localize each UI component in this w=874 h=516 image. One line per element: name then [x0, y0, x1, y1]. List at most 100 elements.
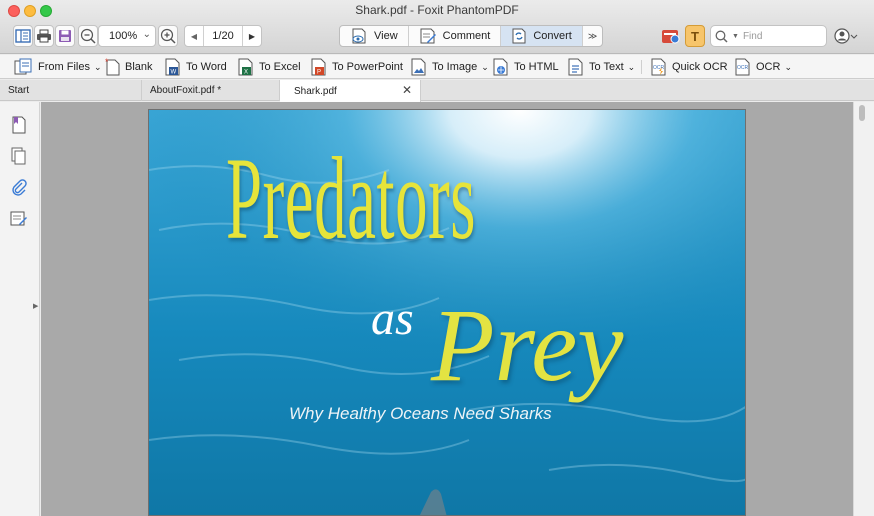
mode-view-button[interactable]: View — [340, 26, 409, 46]
triangle-right-icon: ▶ — [248, 31, 256, 41]
mode-switcher: View Comment Convert ≫ — [339, 25, 604, 47]
zoom-value: 100% — [109, 30, 138, 42]
to-html-button[interactable]: To HTML — [492, 58, 559, 76]
more-modes-button[interactable]: ≫ — [583, 26, 602, 46]
ribbon-divider — [641, 60, 642, 74]
expand-panel-arrow-icon[interactable]: ▶ — [33, 302, 38, 310]
attachments-button[interactable] — [10, 178, 28, 196]
bookmark-icon — [12, 116, 26, 134]
comments-panel-button[interactable] — [10, 210, 28, 228]
svg-text:OCR: OCR — [653, 65, 665, 71]
to-text-button[interactable]: To Text ⌄ — [567, 58, 635, 76]
floppy-disk-icon — [59, 30, 71, 42]
quick-ocr-icon: OCR — [651, 58, 666, 76]
title-bar: Shark.pdf - Foxit PhantomPDF 100% ⌄ ◀ 1/… — [0, 0, 874, 54]
to-powerpoint-button[interactable]: P To PowerPoint — [310, 58, 403, 76]
document-tab-bar: Start AboutFoxit.pdf * Shark.pdf ✕ — [0, 80, 874, 102]
account-button[interactable] — [832, 25, 862, 47]
toggle-panel-button[interactable] — [13, 25, 33, 47]
navigation-panel: ▶ — [0, 102, 40, 516]
view-icon — [352, 28, 366, 44]
comment-icon — [420, 28, 436, 44]
blank-label: Blank — [125, 61, 153, 73]
vertical-scrollbar[interactable] — [853, 102, 874, 516]
mode-convert-button[interactable]: Convert — [501, 26, 583, 46]
html-icon — [493, 58, 508, 76]
chevron-down-icon: ⌄ — [93, 61, 102, 72]
cover-title-as: as — [371, 292, 414, 345]
find-input[interactable]: ▼ Find — [710, 25, 827, 47]
tab-start-label: Start — [8, 85, 30, 96]
page-number-input[interactable]: 1/20 — [203, 26, 243, 46]
double-chevron-down-icon: ≫ — [587, 30, 598, 41]
blank-button[interactable]: * Blank — [105, 58, 153, 76]
cover-subtitle: Why Healthy Oceans Need Sharks — [289, 404, 552, 423]
convert-icon — [512, 28, 526, 44]
scrollbar-thumb[interactable] — [859, 105, 865, 121]
excel-icon: X — [238, 58, 253, 76]
tab-start[interactable]: Start — [0, 80, 142, 101]
sidebar-layout-icon — [15, 29, 31, 43]
document-viewport[interactable]: Predators as Prey Why Healthy Oceans Nee… — [41, 102, 853, 516]
next-page-button[interactable]: ▶ — [243, 26, 261, 46]
zoom-out-button[interactable] — [78, 25, 98, 47]
svg-text:W: W — [171, 70, 177, 76]
foxit-apps-button[interactable] — [660, 25, 682, 47]
to-text-label: To Text — [589, 61, 624, 73]
from-files-icon — [14, 58, 32, 75]
find-placeholder: Find — [742, 30, 763, 42]
blank-page-icon: * — [105, 58, 120, 76]
chevron-down-icon: ⌄ — [481, 61, 489, 72]
from-files-label: From Files — [38, 61, 90, 73]
ocr-label: OCR — [756, 61, 781, 73]
printer-icon — [37, 29, 51, 43]
pdf-page: Predators as Prey Why Healthy Oceans Nee… — [148, 109, 746, 516]
quick-ocr-button[interactable]: OCR Quick OCR — [650, 58, 728, 76]
typewriter-button[interactable]: T — [685, 25, 705, 47]
zoom-in-button[interactable] — [158, 25, 178, 47]
chevron-down-icon: ⌄ — [627, 61, 636, 72]
comment-list-icon — [10, 211, 27, 226]
app-window: Shark.pdf - Foxit PhantomPDF 100% ⌄ ◀ 1/… — [0, 0, 874, 516]
mode-comment-button[interactable]: Comment — [409, 26, 502, 46]
powerpoint-icon: P — [311, 58, 326, 76]
ocr-button[interactable]: OCR OCR ⌄ — [734, 58, 792, 76]
chevron-down-icon: ⌄ — [784, 61, 792, 72]
pages-button[interactable] — [10, 147, 28, 165]
to-excel-button[interactable]: X To Excel — [237, 58, 301, 76]
bookmarks-button[interactable] — [10, 116, 28, 134]
tab-aboutfoxit[interactable]: AboutFoxit.pdf * — [142, 80, 280, 101]
chevron-down-icon: ⌄ — [142, 29, 151, 40]
tab-aboutfoxit-label: AboutFoxit.pdf * — [150, 85, 222, 96]
user-avatar-icon — [834, 28, 858, 44]
to-image-button[interactable]: To Image ⌄ — [410, 58, 489, 76]
print-button[interactable] — [34, 25, 54, 47]
page-navigator: ◀ 1/20 ▶ — [184, 25, 262, 47]
apps-icon — [662, 30, 680, 44]
mode-convert-label: Convert — [533, 30, 572, 42]
cover-title-prey: Prey — [431, 288, 624, 403]
ocr-icon: OCR — [735, 58, 750, 76]
tab-shark[interactable]: Shark.pdf ✕ — [280, 80, 421, 102]
word-icon: W — [165, 58, 180, 76]
previous-page-button[interactable]: ◀ — [185, 26, 203, 46]
save-button[interactable] — [55, 25, 75, 47]
search-dropdown-caret: ▼ — [732, 32, 739, 40]
zoom-select[interactable]: 100% ⌄ — [98, 25, 156, 47]
to-excel-label: To Excel — [259, 61, 301, 73]
to-powerpoint-label: To PowerPoint — [332, 61, 403, 73]
text-icon — [568, 58, 583, 76]
to-word-button[interactable]: W To Word — [164, 58, 227, 76]
svg-text:P: P — [317, 70, 321, 76]
convert-ribbon: From Files ⌄ * Blank W To Word X To Exce… — [0, 55, 874, 79]
svg-text:OCR: OCR — [737, 65, 749, 71]
window-title: Shark.pdf - Foxit PhantomPDF — [355, 3, 519, 17]
paperclip-icon — [12, 179, 27, 196]
from-files-button[interactable]: From Files ⌄ — [14, 58, 102, 76]
svg-text:X: X — [244, 70, 248, 76]
cover-title-predators: Predators — [226, 133, 477, 264]
to-word-label: To Word — [186, 61, 227, 73]
svg-text:*: * — [105, 58, 109, 67]
close-tab-icon[interactable]: ✕ — [402, 83, 412, 97]
mode-view-label: View — [374, 30, 398, 42]
